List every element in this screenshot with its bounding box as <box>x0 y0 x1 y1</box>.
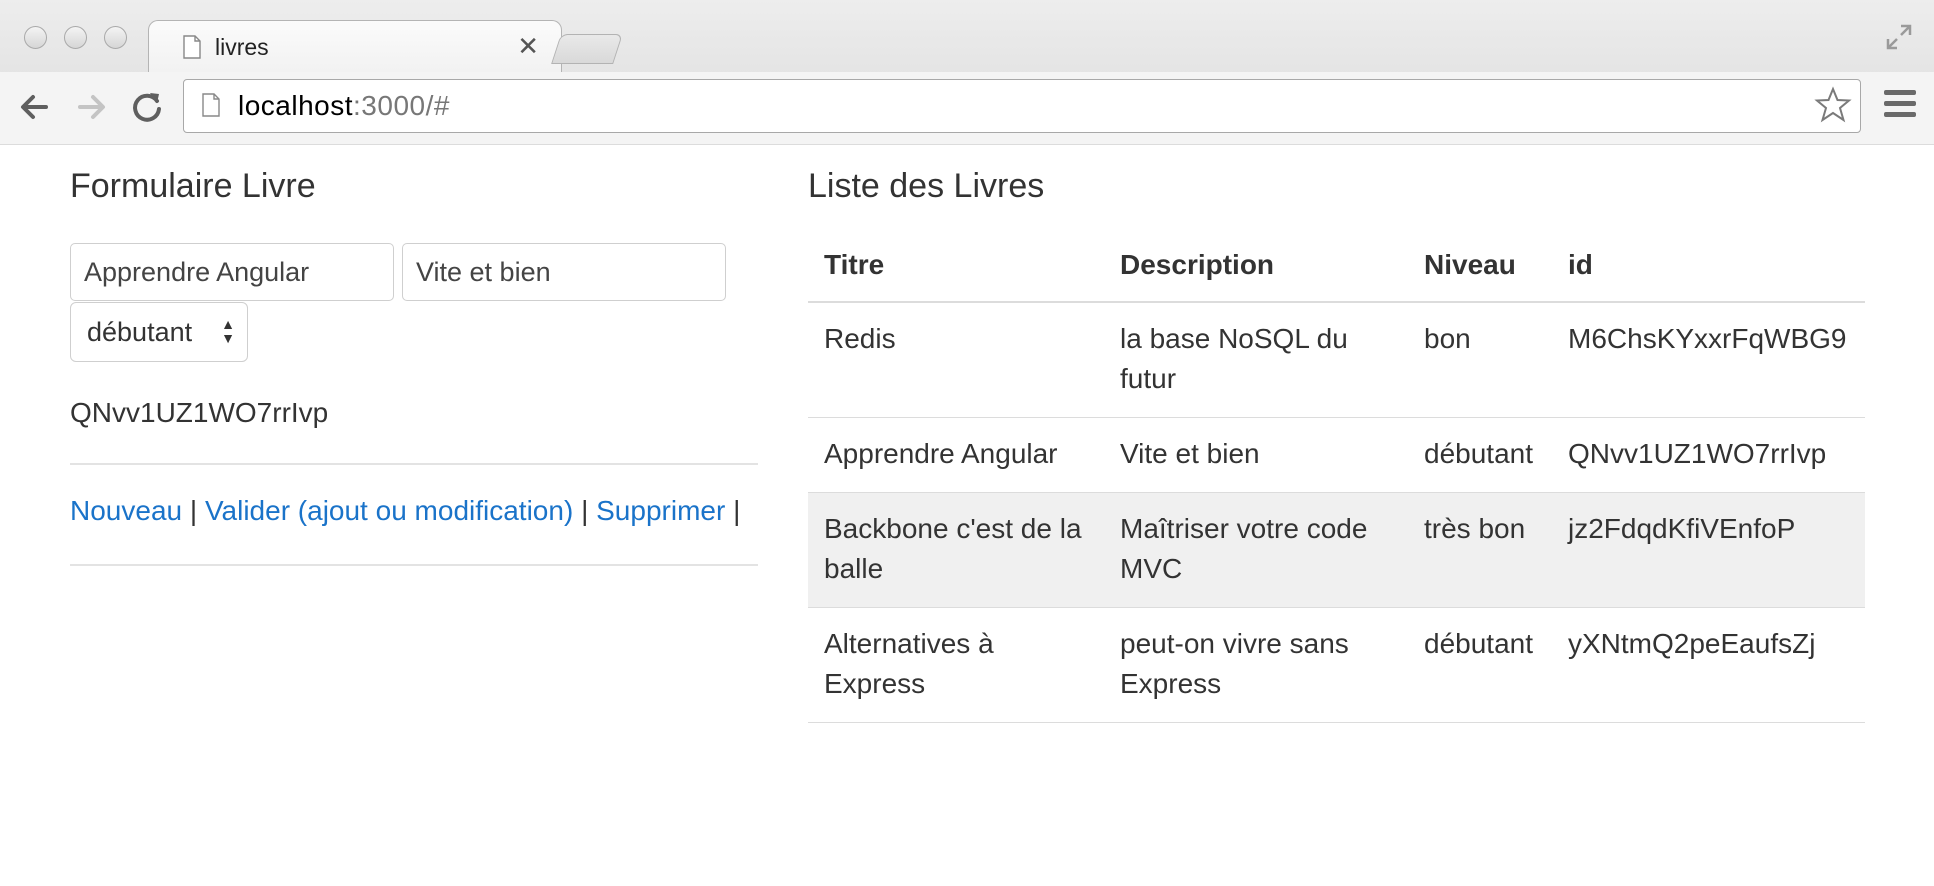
level-select-value: débutant <box>87 317 193 347</box>
cell-id: QNvv1UZ1WO7rrIvp <box>1552 417 1865 493</box>
separator: | <box>733 495 741 526</box>
table-row[interactable]: Redis la base NoSQL du futur bon M6ChsKY… <box>808 302 1865 418</box>
cell-description: peut-on vivre sans Express <box>1104 607 1408 723</box>
address-bar[interactable]: localhost:3000/# <box>183 79 1861 133</box>
divider <box>70 564 758 566</box>
title-input[interactable] <box>70 243 394 301</box>
column-header-description: Description <box>1104 227 1408 303</box>
separator: | <box>581 495 589 526</box>
menu-icon[interactable] <box>1884 90 1916 122</box>
reload-icon[interactable] <box>128 88 166 126</box>
url-text[interactable]: localhost:3000/# <box>238 90 450 122</box>
table-row-highlighted[interactable]: Backbone c'est de la balle Maîtriser vot… <box>808 492 1865 608</box>
bookmark-star-icon[interactable] <box>1814 86 1852 124</box>
url-path: :3000/# <box>353 90 450 121</box>
column-header-titre: Titre <box>808 227 1104 303</box>
table-row[interactable]: Alternatives à Express peut-on vivre san… <box>808 607 1865 723</box>
column-header-id: id <box>1552 227 1865 303</box>
table-row[interactable]: Apprendre Angular Vite et bien débutant … <box>808 417 1865 493</box>
column-header-niveau: Niveau <box>1408 227 1552 303</box>
cell-niveau: débutant <box>1408 607 1552 723</box>
form-actions: Nouveau | Valider (ajout ou modification… <box>70 495 740 527</box>
divider <box>70 463 758 465</box>
cell-id: M6ChsKYxxrFqWBG9 <box>1552 302 1865 418</box>
forward-icon[interactable] <box>72 88 110 126</box>
cell-niveau: débutant <box>1408 417 1552 493</box>
minimize-window-button[interactable] <box>64 26 87 49</box>
close-window-button[interactable] <box>24 26 47 49</box>
current-book-id: QNvv1UZ1WO7rrIvp <box>70 397 329 428</box>
back-icon[interactable] <box>16 88 54 126</box>
cell-description: Vite et bien <box>1104 417 1408 493</box>
cell-niveau: bon <box>1408 302 1552 418</box>
zoom-window-button[interactable] <box>104 26 127 49</box>
cell-titre: Backbone c'est de la balle <box>808 492 1104 608</box>
select-arrows-icon: ▲ ▼ <box>221 316 235 346</box>
cell-titre: Alternatives à Express <box>808 607 1104 723</box>
description-input[interactable] <box>402 243 726 301</box>
cell-id: yXNtmQ2peEaufsZj <box>1552 607 1865 723</box>
tab-title: livres <box>215 34 269 60</box>
cell-id: jz2FdqdKfiVEnfoP <box>1552 492 1865 608</box>
cell-niveau: très bon <box>1408 492 1552 608</box>
tab-close-icon[interactable]: ✕ <box>517 31 539 62</box>
page-content: Formulaire Livre débutant ▲▼ QNvv1UZ1WO7… <box>0 145 1934 886</box>
cell-titre: Apprendre Angular <box>808 417 1104 493</box>
page-icon <box>183 35 201 59</box>
validate-link[interactable]: Valider (ajout ou modification) <box>205 495 573 526</box>
cell-description: la base NoSQL du futur <box>1104 302 1408 418</box>
new-link[interactable]: Nouveau <box>70 495 182 526</box>
form-heading: Formulaire Livre <box>70 167 316 205</box>
cell-titre: Redis <box>808 302 1104 418</box>
cell-description: Maîtriser votre code MVC <box>1104 492 1408 608</box>
delete-link[interactable]: Supprimer <box>596 495 725 526</box>
url-host: localhost <box>238 90 354 121</box>
level-select[interactable]: débutant ▲ ▼ <box>70 302 248 362</box>
table-header-row: Titre Description Niveau id <box>808 227 1865 303</box>
browser-tab[interactable]: livres ✕ <box>148 20 562 72</box>
browser-chrome: livres ✕ localhost:3000/# <box>0 0 1934 146</box>
fullscreen-icon[interactable] <box>1884 22 1914 52</box>
separator: | <box>189 495 198 526</box>
page-info-icon[interactable] <box>202 93 220 117</box>
list-heading: Liste des Livres <box>808 167 1045 205</box>
browser-toolbar: localhost:3000/# <box>0 72 1934 144</box>
new-tab-button[interactable] <box>551 34 623 64</box>
tab-strip: livres ✕ <box>0 0 1934 72</box>
books-table: Titre Description Niveau id Redis la bas… <box>808 227 1865 723</box>
